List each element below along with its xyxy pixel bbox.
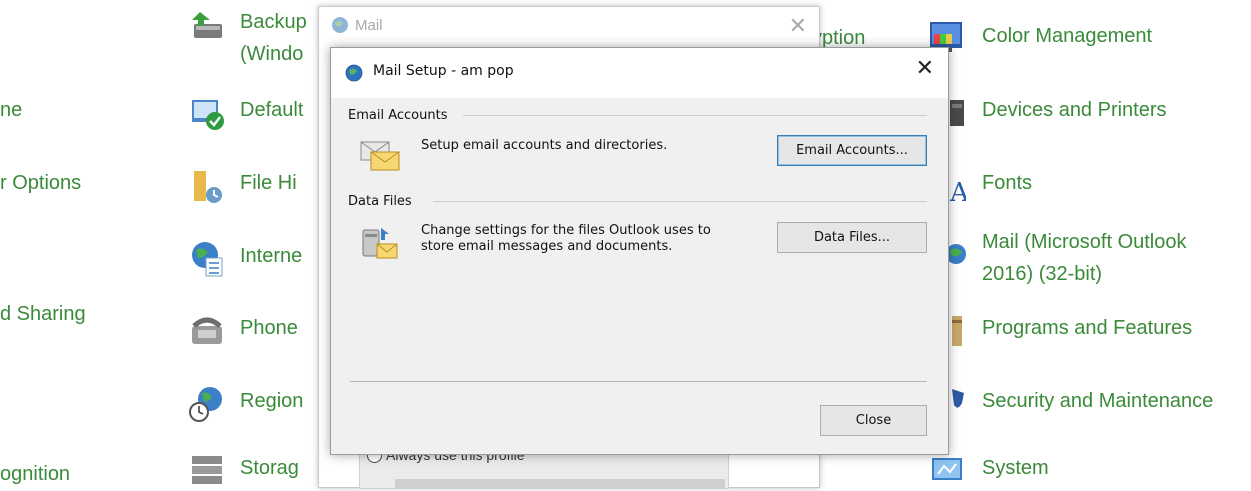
cp-item-label: Region: [240, 390, 304, 412]
cp-item-backup[interactable]: Backup (Windo: [188, 6, 307, 70]
mail-window-title: Mail: [355, 16, 383, 34]
cp-left-label: ne: [0, 99, 23, 121]
email-accounts-group-divider: [463, 115, 927, 116]
mail-setup-titlebar: Mail Setup - am pop ✕: [331, 48, 948, 98]
cp-item-label: Phone: [240, 317, 298, 339]
email-accounts-description: Setup email accounts and directories.: [421, 138, 668, 153]
email-accounts-button[interactable]: Email Accounts...: [777, 135, 927, 166]
data-files-button[interactable]: Data Files...: [777, 222, 927, 253]
cp-left-item-3[interactable]: d Sharing: [0, 298, 86, 331]
cp-item-file-history[interactable]: File Hi: [188, 167, 297, 205]
default-programs-icon: [192, 100, 224, 130]
svg-text:A: A: [949, 178, 966, 205]
mail-setup-title: Mail Setup - am pop: [373, 63, 514, 79]
phone-modem-icon: [192, 317, 222, 344]
cp-item-programs-features[interactable]: Programs and Features: [928, 312, 1192, 350]
cp-left-label: ognition: [0, 463, 71, 485]
region-icon: [189, 387, 222, 422]
cp-item-label: Security and Maintenance: [982, 390, 1214, 412]
mail-setup-separator: [350, 381, 927, 382]
cp-item-internet-options[interactable]: Interne: [188, 240, 302, 278]
mail-window-profile-bar: [395, 479, 725, 489]
data-files-group-label: Data Files: [348, 194, 412, 209]
data-files-icon: [362, 228, 398, 259]
cp-item-security-maintenance[interactable]: Security and Maintenance: [928, 385, 1213, 423]
cp-item-label: System: [982, 457, 1049, 479]
cp-item-region[interactable]: Region: [188, 385, 303, 423]
cp-item-label: Color Management: [982, 25, 1153, 47]
cp-item-label: Storag: [240, 457, 299, 479]
cp-item-label: Interne: [240, 245, 303, 267]
cp-item-default-programs[interactable]: Default: [188, 94, 303, 132]
file-history-icon: [194, 171, 222, 203]
cp-item-system[interactable]: System: [928, 452, 1049, 490]
mail-titlebar: Mail: [319, 7, 819, 43]
email-accounts-group-label: Email Accounts: [348, 108, 448, 123]
cp-item-label: File Hi: [240, 172, 297, 194]
data-files-group-divider: [433, 201, 927, 202]
storage-spaces-icon: [192, 456, 222, 484]
data-files-description: Change settings for the files Outlook us…: [421, 223, 711, 254]
cp-left-item-2[interactable]: r Options: [0, 167, 81, 200]
cp-left-label: r Options: [0, 172, 82, 194]
cp-item-color-management[interactable]: Color Management: [928, 20, 1152, 58]
mail-setup-globe-icon: [345, 64, 363, 82]
cp-left-item-1[interactable]: ne: [0, 94, 22, 127]
cp-item-storage-spaces[interactable]: Storag: [188, 452, 299, 490]
mail-window-close-button[interactable]: ✕: [789, 13, 807, 39]
mail-setup-close-button[interactable]: Close: [820, 405, 927, 436]
cp-item-label: Fonts: [982, 172, 1033, 194]
cp-item-label: Programs and Features: [982, 317, 1193, 339]
cp-item-phone-modem[interactable]: Phone: [188, 312, 298, 350]
backup-icon: [192, 12, 222, 38]
system-icon: [932, 458, 962, 480]
cp-item-label: Mail (Microsoft Outlook 2016) (32-bit): [982, 231, 1187, 285]
mail-setup-close-icon[interactable]: ✕: [916, 56, 934, 81]
cp-left-item-4[interactable]: ognition: [0, 458, 70, 491]
cp-item-mail[interactable]: Mail (Microsoft Outlook 2016) (32-bit): [928, 226, 1187, 290]
cp-item-label: Backup (Windo: [240, 11, 307, 65]
cp-item-label: Devices and Printers: [982, 99, 1167, 121]
mail-globe-icon: [332, 17, 348, 33]
cp-item-devices-printers[interactable]: Devices and Printers: [928, 94, 1167, 132]
internet-options-icon: [192, 242, 223, 277]
cp-item-label: Default: [240, 99, 304, 121]
cp-left-label: d Sharing: [0, 303, 86, 325]
mail-setup-dialog: Mail Setup - am pop ✕ Email Accounts Set…: [330, 47, 949, 455]
email-accounts-icon: [360, 141, 400, 171]
